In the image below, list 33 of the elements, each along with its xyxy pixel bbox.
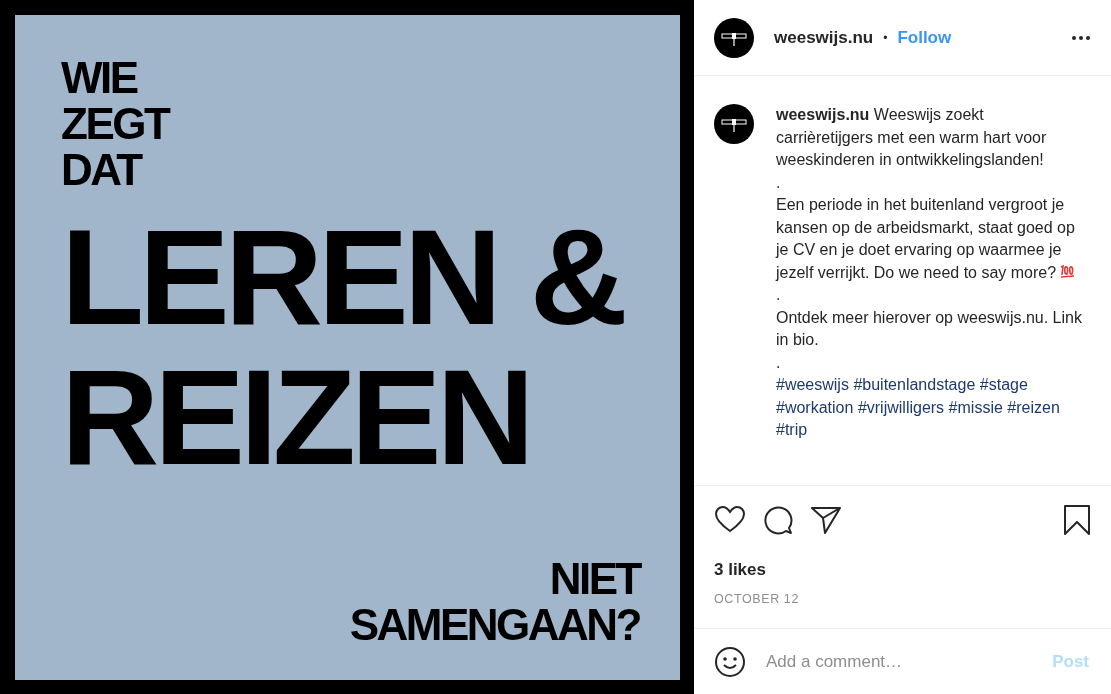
hashtag-link[interactable]: #buitenlandstage	[853, 374, 976, 397]
separator-dot: •	[883, 30, 888, 45]
hundred-points-icon	[1060, 263, 1077, 278]
username[interactable]: weeswijs.nu	[774, 27, 874, 48]
poster-text: NIET	[549, 556, 640, 602]
poster-headline: LEREN &	[61, 207, 625, 347]
caption-text: Ontdek meer hierover op weeswijs.nu. Link in bio.	[776, 307, 1082, 350]
hashtag-link[interactable]: #trip	[776, 419, 808, 442]
post-date: OCTOBER 12	[713, 591, 800, 608]
hashtag-link[interactable]: #missie	[948, 396, 1003, 419]
hashtag-link[interactable]: #stage	[979, 374, 1028, 397]
caption-text: .	[776, 285, 782, 305]
avatar-icon[interactable]	[714, 104, 754, 144]
more-options-icon[interactable]	[1071, 34, 1091, 41]
emoji-icon[interactable]	[714, 645, 746, 678]
caption-text: weeswijs.nu Weeswijs zoekt carrièretijgers met een warm hart voor weeskinderen in ontwikkelingslanden!	[776, 105, 1048, 170]
hashtag-link[interactable]: #weeswijs	[776, 374, 849, 397]
caption-text: .	[776, 352, 782, 373]
comment-icon[interactable]	[762, 504, 794, 536]
poster-text: SAMENGAAN?	[349, 602, 640, 648]
poster-text: WIE	[61, 55, 137, 101]
poster-text: ZEGT	[61, 101, 169, 147]
avatar-icon[interactable]	[714, 17, 754, 58]
likes-count[interactable]: 3 likes	[694, 536, 1111, 580]
caption-text: Een periode in het buitenland vergroot je kansen op de arbeidsmarkt, staat goed op je CV en je doet ervaring op waarmee je jezelf verrijkt. Do we need to say more?	[776, 195, 1078, 283]
poster-headline: REIZEN	[61, 347, 531, 487]
bookmark-icon[interactable]	[1061, 504, 1093, 536]
hashtag-link[interactable]: #workation	[776, 396, 854, 419]
send-icon[interactable]	[810, 504, 842, 536]
caption-text: .	[776, 172, 782, 193]
hashtag-link[interactable]: #vrijwilligers	[857, 396, 945, 419]
hashtag-link[interactable]: #reizen	[1007, 396, 1060, 419]
poster-text: DAT	[61, 147, 141, 193]
